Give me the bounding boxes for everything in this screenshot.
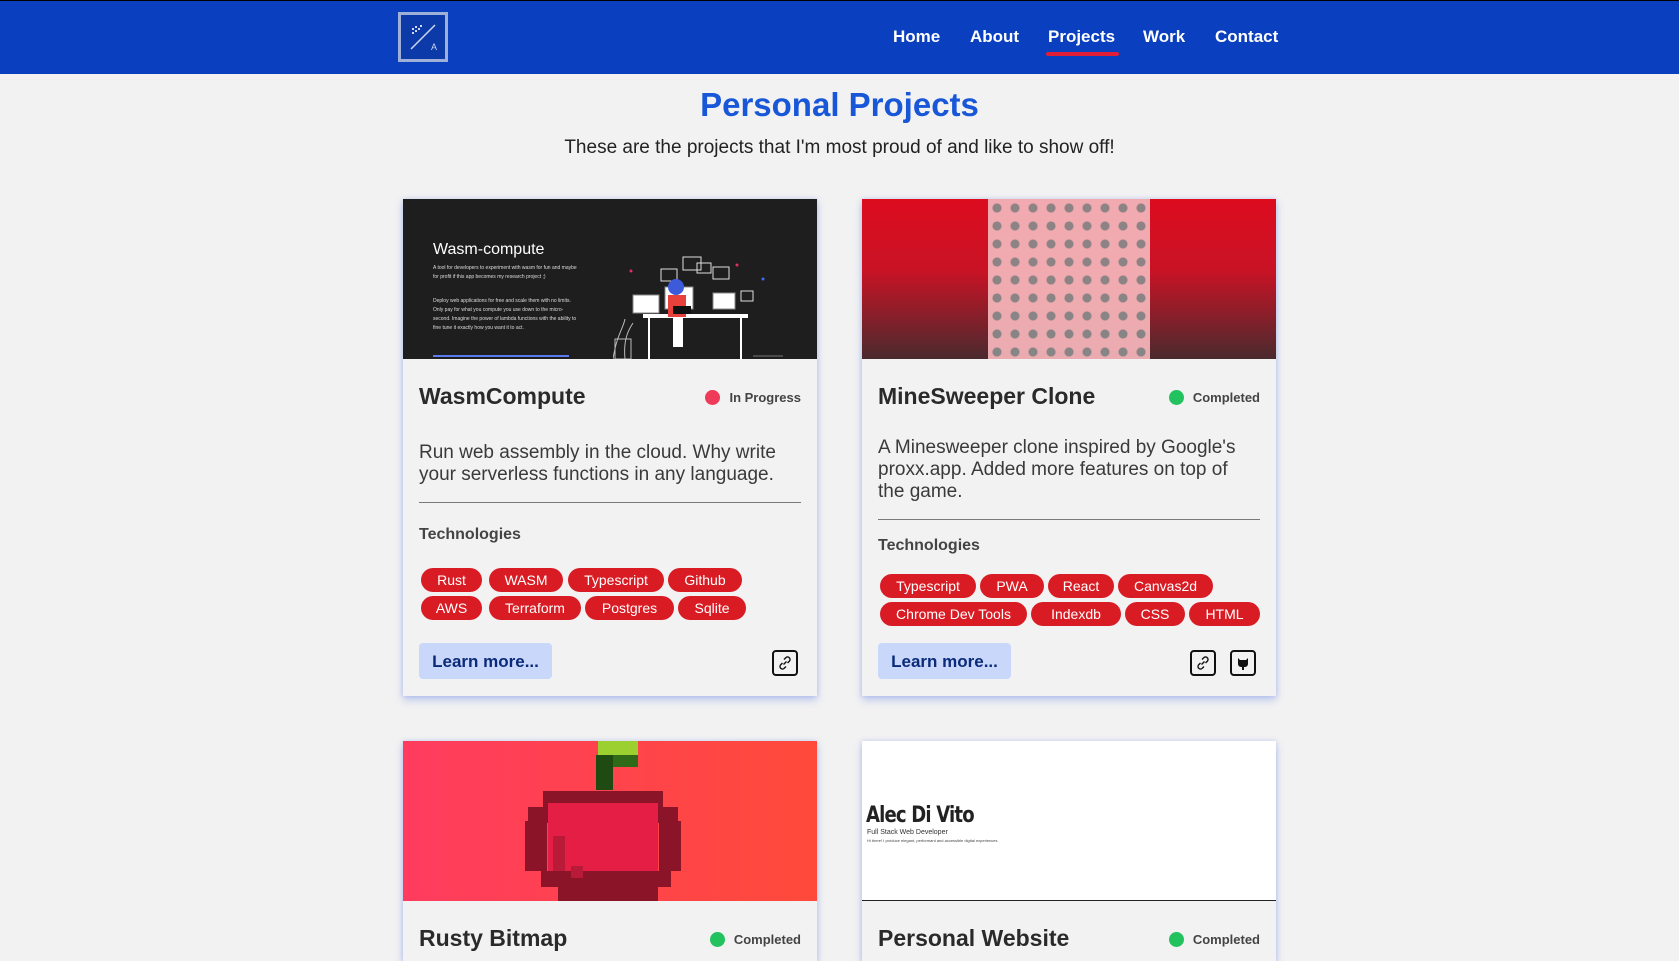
- project-preview-image: [862, 199, 1276, 359]
- technologies-heading: Technologies: [878, 537, 980, 554]
- project-card-minesweeper: MineSweeper Clone Completed A Minesweepe…: [862, 199, 1276, 696]
- pixel-apple-illustration: [525, 741, 681, 901]
- svg-text:A: A: [431, 42, 437, 52]
- project-description: Run web assembly in the cloud. Why write…: [419, 442, 776, 485]
- technologies-heading: Technologies: [419, 526, 521, 543]
- project-title: WasmCompute: [419, 383, 586, 409]
- learn-more-button[interactable]: Learn more...: [419, 643, 552, 679]
- preview-heading: Wasm-compute: [433, 241, 545, 258]
- tech-tag: WASM: [489, 568, 563, 592]
- status-badge: Completed: [709, 932, 801, 947]
- preview-text: Deploy web applications for free and sca…: [433, 298, 577, 331]
- project-card-personal-website: Alec Di Vito Full Stack Web Developer Hi…: [862, 741, 1276, 961]
- nav-contact[interactable]: Contact: [1215, 27, 1278, 47]
- link-icon: [1197, 656, 1209, 670]
- preview-role: Full Stack Web Developer: [867, 829, 948, 836]
- tech-tag: Indexdb: [1031, 602, 1121, 626]
- tech-tag: Rust: [421, 568, 482, 592]
- navbar: A Home About Projects Work Contact: [0, 0, 1679, 74]
- project-title: MineSweeper Clone: [878, 383, 1096, 409]
- project-description: A Minesweeper clone inspired by Google's…: [878, 437, 1236, 502]
- github-icon: [1238, 658, 1248, 670]
- preview-name: Alec Di Vito: [866, 803, 975, 828]
- tech-tag: Sqlite: [678, 596, 746, 620]
- preview-text: A tool for developers to experiment with…: [433, 265, 577, 280]
- status-label: Completed: [1192, 390, 1260, 405]
- tech-tag: PWA: [980, 574, 1044, 598]
- status-dot-icon: [1168, 932, 1184, 947]
- page-subtitle: These are the projects that I'm most pro…: [564, 137, 1115, 158]
- tech-tag: Typescript: [568, 568, 664, 592]
- nav-about[interactable]: About: [970, 27, 1019, 47]
- preview-button-bar: [433, 355, 569, 357]
- status-badge: Completed: [1168, 932, 1260, 947]
- link-icon: [779, 656, 791, 670]
- status-dot-icon: [709, 932, 725, 947]
- status-badge: In Progress: [705, 390, 801, 405]
- divider: [419, 502, 801, 503]
- tech-tag: HTML: [1189, 602, 1260, 626]
- nav-work[interactable]: Work: [1143, 27, 1185, 47]
- status-dot-icon: [705, 390, 721, 405]
- page-title: Personal Projects: [700, 86, 979, 123]
- tech-tag: React: [1048, 574, 1114, 598]
- tech-tag: Terraform: [489, 596, 581, 620]
- project-card-wasmcompute: Wasm-compute A tool for developers to ex…: [403, 199, 817, 696]
- preview-tagline: Hi there! I produce elegant, performant …: [867, 838, 998, 843]
- status-label: In Progress: [729, 390, 801, 405]
- status-label: Completed: [733, 932, 801, 947]
- status-badge: Completed: [1168, 390, 1260, 405]
- project-card-rusty-bitmap: Rusty Bitmap Completed: [403, 741, 817, 961]
- tech-tag: Typescript: [880, 574, 976, 598]
- project-preview-image: [403, 741, 817, 901]
- nav-home[interactable]: Home: [893, 27, 940, 47]
- learn-more-button[interactable]: Learn more...: [878, 643, 1011, 679]
- external-link-button[interactable]: [772, 650, 798, 676]
- tech-tag: Postgres: [585, 596, 674, 620]
- tech-tag: CSS: [1125, 602, 1185, 626]
- tech-tag: Chrome Dev Tools: [880, 602, 1027, 626]
- github-button[interactable]: [1230, 650, 1256, 676]
- developer-illustration: [613, 256, 783, 359]
- minesweeper-grid: [988, 199, 1150, 359]
- status-dot-icon: [1168, 390, 1184, 405]
- tech-tag: AWS: [421, 596, 482, 620]
- tech-tag: Github: [668, 568, 742, 592]
- tech-tag: Canvas2d: [1118, 574, 1213, 598]
- nav-projects[interactable]: Projects: [1045, 27, 1120, 56]
- external-link-button[interactable]: [1190, 650, 1216, 676]
- project-preview-image: Wasm-compute A tool for developers to ex…: [403, 199, 817, 359]
- divider: [878, 519, 1260, 520]
- logo-graphic: A: [410, 24, 437, 52]
- project-preview-image: Alec Di Vito Full Stack Web Developer Hi…: [862, 741, 1276, 901]
- site-logo[interactable]: A: [398, 12, 448, 62]
- status-label: Completed: [1192, 932, 1260, 947]
